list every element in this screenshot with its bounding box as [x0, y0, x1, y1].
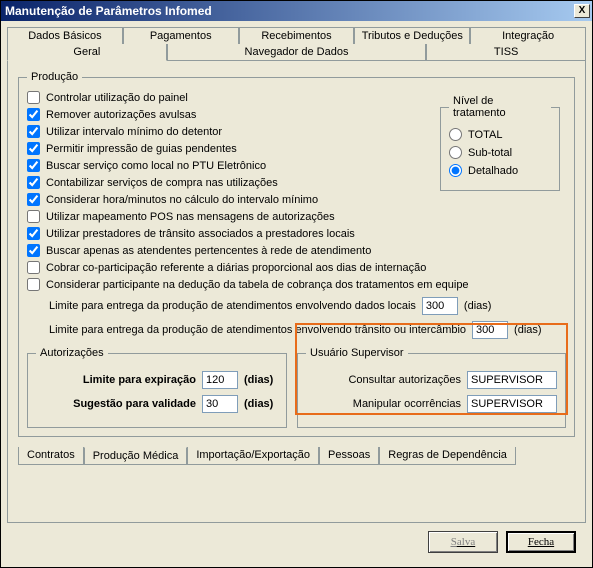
row-manipular: Manipular ocorrências [306, 395, 557, 413]
radio-label: TOTAL [468, 129, 502, 141]
checkbox-7[interactable] [27, 210, 40, 223]
tabrow-top-1: Dados Básicos Pagamentos Recebimentos Tr… [7, 27, 586, 44]
checkbox-label: Utilizar intervalo mínimo do detentor [46, 126, 222, 138]
close-button[interactable]: Fecha [506, 531, 576, 553]
footer: Salva Fecha [7, 523, 586, 561]
tabrow-top-2: Geral Navegador de Dados TISS [7, 44, 586, 61]
tab-pagamentos[interactable]: Pagamentos [123, 27, 239, 44]
check-row: Considerar participante na dedução da ta… [27, 278, 566, 291]
row-validade: Sugestão para validade (dias) [36, 395, 278, 413]
input-manipular[interactable] [467, 395, 557, 413]
save-button[interactable]: Salva [428, 531, 498, 553]
radio-0[interactable] [449, 128, 462, 141]
checkbox-label: Utilizar prestadores de trânsito associa… [46, 228, 355, 240]
checkbox-11[interactable] [27, 278, 40, 291]
unit-limit-locais: (dias) [464, 300, 492, 312]
unit-limit-transito: (dias) [514, 324, 542, 336]
tabrow-bottom: Contratos Produção Médica Importação/Exp… [18, 447, 575, 465]
tab-dados-basicos[interactable]: Dados Básicos [7, 27, 123, 44]
input-expira[interactable] [202, 371, 238, 389]
checkbox-label: Buscar apenas as atendentes pertencentes… [46, 245, 371, 257]
input-validade[interactable] [202, 395, 238, 413]
radio-label: Sub-total [468, 147, 512, 159]
checkbox-label: Considerar participante na dedução da ta… [46, 279, 469, 291]
check-row: Cobrar co-participação referente a diári… [27, 261, 566, 274]
tab-navegador[interactable]: Navegador de Dados [167, 44, 427, 61]
tab-tributos[interactable]: Tributos e Deduções [354, 27, 470, 44]
legend-autorizacoes: Autorizações [36, 347, 108, 359]
radio-row: Detalhado [449, 164, 551, 177]
btab-regras[interactable]: Regras de Dependência [379, 447, 516, 465]
checkbox-6[interactable] [27, 193, 40, 206]
label-manipular: Manipular ocorrências [306, 398, 461, 410]
unit-expira: (dias) [244, 374, 278, 386]
tab-tiss[interactable]: TISS [426, 44, 586, 61]
checkbox-5[interactable] [27, 176, 40, 189]
btab-producao-medica[interactable]: Produção Médica [84, 447, 188, 465]
radio-1[interactable] [449, 146, 462, 159]
group-supervisor: Usuário Supervisor Consultar autorizaçõe… [297, 347, 566, 428]
check-row: Buscar apenas as atendentes pertencentes… [27, 244, 566, 257]
checkbox-3[interactable] [27, 142, 40, 155]
checkbox-8[interactable] [27, 227, 40, 240]
radio-row: Sub-total [449, 146, 551, 159]
checkbox-10[interactable] [27, 261, 40, 274]
checkbox-0[interactable] [27, 91, 40, 104]
btab-contratos[interactable]: Contratos [18, 447, 84, 465]
tab-geral[interactable]: Geral [7, 44, 167, 61]
label-validade: Sugestão para validade [36, 398, 196, 410]
check-row: Utilizar prestadores de trânsito associa… [27, 227, 566, 240]
checkbox-2[interactable] [27, 125, 40, 138]
checkbox-label: Contabilizar serviços de compra nas util… [46, 177, 278, 189]
legend-supervisor: Usuário Supervisor [306, 347, 408, 359]
radio-2[interactable] [449, 164, 462, 177]
checkbox-label: Remover autorizações avulsas [46, 109, 196, 121]
check-row: Utilizar mapeamento POS nas mensagens de… [27, 210, 566, 223]
label-limit-locais: Limite para entrega da produção de atend… [49, 300, 416, 312]
checkbox-1[interactable] [27, 108, 40, 121]
label-expira: Limite para expiração [36, 374, 196, 386]
group-producao: Produção Controlar utilização do painel R… [18, 71, 575, 437]
radio-list: TOTAL Sub-total Detalhado [449, 128, 551, 177]
btab-importacao[interactable]: Importação/Exportação [187, 447, 319, 465]
input-consultar[interactable] [467, 371, 557, 389]
checkbox-label: Permitir impressão de guias pendentes [46, 143, 237, 155]
tab-recebimentos[interactable]: Recebimentos [239, 27, 355, 44]
legend-producao: Produção [27, 71, 82, 83]
group-nivel: Nível de tratamento TOTAL Sub-total Detalh… [440, 95, 560, 191]
row-consultar: Consultar autorizações [306, 371, 557, 389]
unit-validade: (dias) [244, 398, 278, 410]
input-limit-transito[interactable] [472, 321, 508, 339]
row-limit-transito: Limite para entrega da produção de atend… [49, 321, 566, 339]
tab-integracao[interactable]: Integração [470, 27, 586, 44]
check-row: Considerar hora/minutos no cálculo do in… [27, 193, 566, 206]
checkbox-4[interactable] [27, 159, 40, 172]
checkbox-label: Buscar serviço como local no PTU Eletrôn… [46, 160, 266, 172]
radio-row: TOTAL [449, 128, 551, 141]
row-auth-super: Autorizações Limite para expiração (dias… [27, 347, 566, 428]
label-limit-transito: Limite para entrega da produção de atend… [49, 324, 466, 336]
legend-nivel: Nível de tratamento [449, 95, 551, 119]
radio-label: Detalhado [468, 165, 518, 177]
checkbox-label: Utilizar mapeamento POS nas mensagens de… [46, 211, 335, 223]
window-title: Manutenção de Parâmetros Infomed [5, 4, 212, 18]
window: Manutenção de Parâmetros Infomed X Dados… [0, 0, 593, 568]
tab-page-geral: Produção Controlar utilização do painel R… [7, 60, 586, 523]
checkbox-9[interactable] [27, 244, 40, 257]
btab-pessoas[interactable]: Pessoas [319, 447, 379, 465]
checkbox-label: Cobrar co-participação referente a diári… [46, 262, 426, 274]
row-limit-locais: Limite para entrega da produção de atend… [49, 297, 566, 315]
client-area: Dados Básicos Pagamentos Recebimentos Tr… [1, 21, 592, 567]
checkbox-label: Considerar hora/minutos no cálculo do in… [46, 194, 318, 206]
titlebar: Manutenção de Parâmetros Infomed X [1, 1, 592, 21]
checkbox-label: Controlar utilização do painel [46, 92, 188, 104]
group-autorizacoes: Autorizações Limite para expiração (dias… [27, 347, 287, 428]
close-icon[interactable]: X [574, 4, 590, 18]
input-limit-locais[interactable] [422, 297, 458, 315]
row-expira: Limite para expiração (dias) [36, 371, 278, 389]
label-consultar: Consultar autorizações [306, 374, 461, 386]
